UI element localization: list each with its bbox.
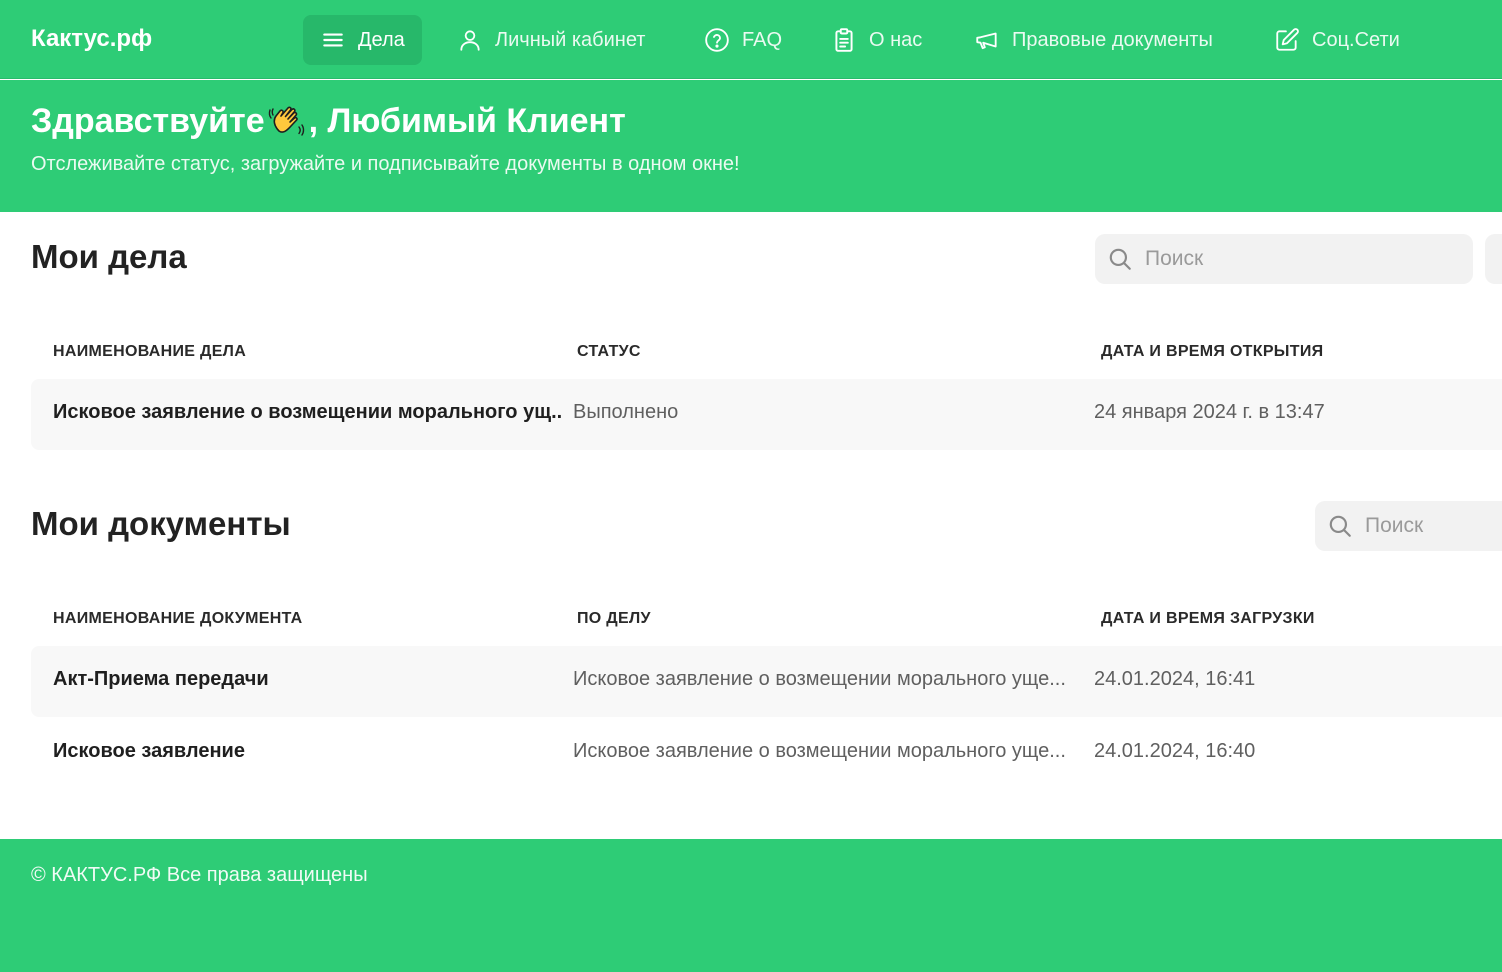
document-name[interactable]: Исковое заявление xyxy=(53,740,245,763)
documents-search[interactable] xyxy=(1315,501,1502,551)
search-icon xyxy=(1329,515,1351,537)
document-uploaded-date: 24.01.2024, 16:41 xyxy=(1094,668,1256,690)
cases-col-name[interactable]: НАИМЕНОВАНИЕ ДЕЛА xyxy=(53,343,246,361)
case-status: Выполнено xyxy=(573,401,679,423)
top-navigation: Кактус.рф Дела Личный кабинет FAQ О нас … xyxy=(0,0,1502,79)
waving-hand-icon xyxy=(267,101,307,141)
nav-item-label: FAQ xyxy=(742,28,783,51)
cases-search-input[interactable] xyxy=(1145,247,1445,271)
greeting-title: Здравствуйте , Любимый Клиент xyxy=(31,101,626,141)
nav-item-label: О нас xyxy=(869,28,923,51)
nav-item-label: Личный кабинет xyxy=(495,28,646,51)
greeting-banner: Здравствуйте , Любимый Клиент Отслеживай… xyxy=(0,80,1502,212)
question-icon xyxy=(704,27,730,53)
megaphone-icon xyxy=(974,27,1000,53)
document-uploaded-date: 24.01.2024, 16:40 xyxy=(1094,740,1256,762)
search-icon xyxy=(1109,248,1131,270)
nav-item-label: Правовые документы xyxy=(1012,28,1213,51)
cases-col-opened[interactable]: ДАТА И ВРЕМЯ ОТКРЫТИЯ xyxy=(1101,343,1323,361)
nav-item-faq[interactable]: FAQ xyxy=(704,15,782,65)
nav-item-cases[interactable]: Дела xyxy=(303,15,422,65)
table-row[interactable]: Исковое заявление Исковое заявление о во… xyxy=(31,718,1502,789)
user-icon xyxy=(457,27,483,53)
edit-icon xyxy=(1274,27,1300,53)
greeting-subtitle: Отслеживайте статус, загружайте и подпис… xyxy=(31,153,740,175)
clipboard-icon xyxy=(831,27,857,53)
document-case[interactable]: Исковое заявление о возмещении моральног… xyxy=(573,668,1088,691)
nav-item-legal-documents[interactable]: Правовые документы xyxy=(974,15,1213,65)
table-row[interactable]: Акт-Приема передачи Исковое заявление о … xyxy=(31,646,1502,717)
cases-title: Мои дела xyxy=(31,238,187,275)
table-row[interactable]: Исковое заявление о возмещении моральног… xyxy=(31,379,1502,450)
case-opened-date: 24 января 2024 г. в 13:47 xyxy=(1094,401,1325,423)
nav-item-about[interactable]: О нас xyxy=(831,15,922,65)
cases-search[interactable] xyxy=(1095,234,1473,284)
greeting-name: , Любимый Клиент xyxy=(308,101,626,140)
brand-logo[interactable]: Кактус.рф xyxy=(31,25,152,53)
cases-filter-button[interactable] xyxy=(1485,234,1502,284)
nav-item-label: Дела xyxy=(358,28,405,51)
nav-item-social[interactable]: Соц.Сети xyxy=(1274,15,1400,65)
nav-item-label: Соц.Сети xyxy=(1312,28,1400,51)
case-name[interactable]: Исковое заявление о возмещении моральног… xyxy=(53,401,563,424)
greeting-text: Здравствуйте xyxy=(31,101,265,140)
documents-col-case[interactable]: ПО ДЕЛУ xyxy=(577,610,651,628)
documents-col-name[interactable]: НАИМЕНОВАНИЕ ДОКУМЕНТА xyxy=(53,610,303,628)
document-name[interactable]: Акт-Приема передачи xyxy=(53,668,269,691)
documents-col-uploaded[interactable]: ДАТА И ВРЕМЯ ЗАГРУЗКИ xyxy=(1101,610,1315,628)
documents-title: Мои документы xyxy=(31,505,291,542)
menu-icon xyxy=(320,27,346,53)
copyright-text: © КАКТУС.РФ Все права защищены xyxy=(31,864,368,886)
nav-item-account[interactable]: Личный кабинет xyxy=(457,15,645,65)
documents-search-input[interactable] xyxy=(1365,514,1495,538)
cases-col-status[interactable]: СТАТУС xyxy=(577,343,641,361)
document-case[interactable]: Исковое заявление о возмещении моральног… xyxy=(573,740,1088,763)
footer: © КАКТУС.РФ Все права защищены xyxy=(0,839,1502,972)
